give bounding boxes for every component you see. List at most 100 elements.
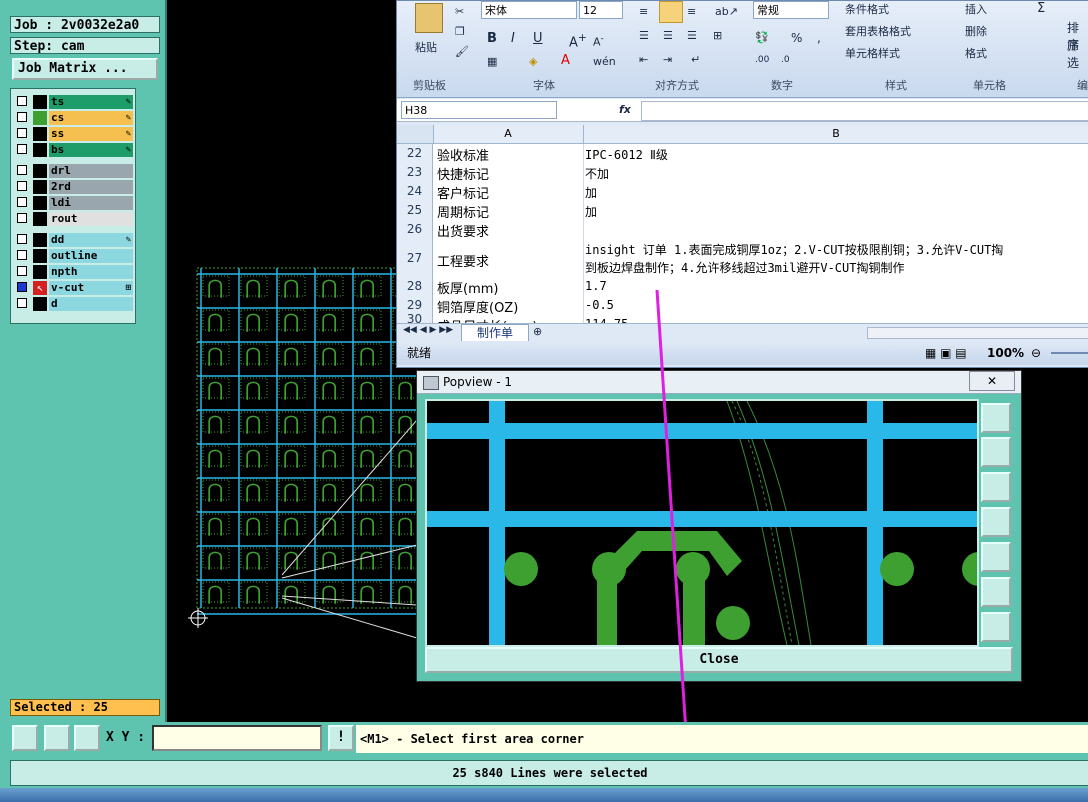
popview-close-x-button[interactable]: ✕ bbox=[969, 371, 1015, 391]
layer-row-drl[interactable]: drl bbox=[15, 164, 133, 178]
font-size-select[interactable]: 12 bbox=[579, 1, 623, 19]
orientation-icon[interactable]: ab↗ bbox=[715, 5, 738, 18]
format-painter-icon[interactable]: 🖌 bbox=[455, 45, 469, 58]
decrease-decimal-icon[interactable]: .0 bbox=[781, 55, 790, 65]
layer-checkbox[interactable] bbox=[17, 96, 27, 106]
layer-checkbox[interactable] bbox=[17, 144, 27, 154]
layer-row-cs[interactable]: cs ✎ bbox=[15, 111, 133, 125]
layer-row-outline[interactable]: outline bbox=[15, 249, 133, 263]
sheet-row[interactable]: 24 客户标记 加 bbox=[397, 182, 1088, 202]
layer-checkbox[interactable] bbox=[17, 298, 27, 308]
format-cells-button[interactable]: 格式 bbox=[965, 45, 987, 61]
paste-icon[interactable] bbox=[415, 3, 443, 33]
copy-icon[interactable]: ❐ bbox=[455, 25, 465, 38]
cut-icon[interactable]: ✂ bbox=[455, 5, 464, 18]
comma-icon[interactable]: , bbox=[817, 31, 821, 45]
phonetic-icon[interactable]: wén bbox=[593, 55, 616, 68]
cell-a[interactable]: 客户标记 bbox=[437, 183, 489, 202]
layer-checkbox[interactable] bbox=[17, 197, 27, 207]
cell-a[interactable]: 工程要求 bbox=[437, 251, 489, 270]
new-sheet-icon[interactable]: ⊕ bbox=[533, 325, 542, 338]
font-color-icon[interactable]: A bbox=[561, 53, 570, 68]
layer-name[interactable]: bs ✎ bbox=[49, 143, 133, 157]
measure-icon[interactable] bbox=[12, 725, 38, 751]
cell-b[interactable]: IPC-6012 Ⅱ级 bbox=[585, 146, 668, 163]
pan-up-icon[interactable] bbox=[981, 437, 1011, 467]
sheet-tab-active[interactable]: 制作单 bbox=[461, 324, 529, 342]
insert-cells-button[interactable]: 插入 bbox=[965, 1, 987, 17]
increase-indent-icon[interactable]: ⇥ bbox=[663, 53, 672, 66]
cell-b[interactable]: -0.5 bbox=[585, 298, 614, 312]
zoom-out-icon[interactable] bbox=[981, 612, 1011, 642]
layer-name[interactable]: v-cut ⊞ bbox=[49, 281, 133, 295]
align-left-icon[interactable]: ☰ bbox=[639, 29, 649, 42]
table-format-button[interactable]: 套用表格格式 bbox=[845, 23, 911, 39]
row-number[interactable]: 27 bbox=[397, 239, 433, 277]
align-bottom-icon[interactable]: ≡ bbox=[687, 5, 696, 18]
number-format-select[interactable]: 常规 bbox=[753, 1, 829, 19]
underline-button[interactable]: U bbox=[533, 31, 543, 46]
layer-name[interactable]: ss ✎ bbox=[49, 127, 133, 141]
layer-row-dd[interactable]: dd ✎ bbox=[15, 233, 133, 247]
horizontal-scrollbar[interactable] bbox=[867, 327, 1088, 339]
layer-name[interactable]: npth bbox=[49, 265, 133, 279]
sheet-row[interactable]: 22 验收标准 IPC-6012 Ⅱ级 bbox=[397, 144, 1088, 164]
layer-checkbox[interactable] bbox=[17, 250, 27, 260]
cell-a[interactable]: 出货要求 bbox=[437, 221, 489, 240]
delete-cells-button[interactable]: 删除 bbox=[965, 23, 987, 39]
border-icon[interactable]: ▦ bbox=[487, 55, 497, 68]
percent-icon[interactable]: % bbox=[791, 31, 802, 45]
row-number[interactable]: 30 bbox=[397, 313, 433, 325]
zoom-slider[interactable] bbox=[1051, 352, 1088, 354]
row-number[interactable]: 26 bbox=[397, 220, 433, 239]
job-matrix-button[interactable]: Job Matrix ... bbox=[12, 58, 158, 80]
layer-checkbox[interactable] bbox=[17, 181, 27, 191]
layer-name[interactable]: d bbox=[49, 297, 133, 311]
column-header-b[interactable]: B bbox=[583, 125, 1088, 143]
cell-a[interactable]: 周期标记 bbox=[437, 202, 489, 221]
layer-row-rout[interactable]: rout bbox=[15, 212, 133, 226]
sheet-row[interactable]: 27 工程要求 insight 订单 1.表面完成铜厚1oz；2.V-CUT按极限削… bbox=[397, 239, 1088, 278]
layer-checkbox[interactable] bbox=[17, 234, 27, 244]
decrease-indent-icon[interactable]: ⇤ bbox=[639, 53, 648, 66]
layer-row-2rd[interactable]: 2rd bbox=[15, 180, 133, 194]
layer-row-ss[interactable]: ss ✎ bbox=[15, 127, 133, 141]
row-number[interactable]: 25 bbox=[397, 201, 433, 220]
select-all-corner[interactable] bbox=[397, 125, 434, 143]
fx-icon[interactable]: fx bbox=[619, 103, 631, 116]
zoom-level[interactable]: 100% bbox=[987, 341, 1024, 365]
cell-a[interactable]: 验收标准 bbox=[437, 145, 489, 164]
align-top-icon[interactable]: ≡ bbox=[639, 5, 648, 18]
layer-name[interactable]: ldi bbox=[49, 196, 133, 210]
layer-checkbox[interactable] bbox=[17, 213, 27, 223]
layer-checkbox[interactable] bbox=[17, 282, 27, 292]
cell-b[interactable]: 加 bbox=[585, 203, 597, 220]
layer-name[interactable]: drl bbox=[49, 164, 133, 178]
layer-checkbox[interactable] bbox=[17, 112, 27, 122]
zoom-out-icon[interactable]: ⊖ bbox=[1031, 341, 1041, 365]
row-number[interactable]: 24 bbox=[397, 182, 433, 201]
cell-a[interactable]: 铜箔厚度(OZ) bbox=[437, 297, 518, 316]
zoom-in-icon[interactable] bbox=[981, 577, 1011, 607]
cell-a[interactable]: 板厚(mm) bbox=[437, 278, 498, 297]
sheet-row[interactable]: 29 铜箔厚度(OZ) -0.5 bbox=[397, 296, 1088, 316]
layer-row-npth[interactable]: npth bbox=[15, 265, 133, 279]
layer-name[interactable]: dd ✎ bbox=[49, 233, 133, 247]
formula-input[interactable] bbox=[641, 101, 1088, 121]
wrap-text-icon[interactable]: ↵ bbox=[691, 53, 700, 66]
alert-icon[interactable]: ! bbox=[328, 725, 354, 751]
cell-b[interactable]: insight 订单 1.表面完成铜厚1oz；2.V-CUT按极限削铜；3.允许… bbox=[585, 241, 1003, 258]
column-header-a[interactable]: A bbox=[433, 125, 584, 143]
font-name-select[interactable]: 宋体 bbox=[481, 1, 577, 19]
merge-center-icon[interactable]: ⊞ bbox=[713, 29, 722, 42]
cell-style-button[interactable]: 单元格样式 bbox=[845, 45, 900, 61]
autosum-icon[interactable]: Σ bbox=[1037, 1, 1045, 16]
sheet-nav-icon[interactable]: ◀◀ ◀ ▶ ▶▶ bbox=[403, 325, 453, 335]
name-box[interactable]: H38 bbox=[401, 101, 557, 119]
zoom-home-icon[interactable] bbox=[981, 403, 1011, 433]
increase-decimal-icon[interactable]: .00 bbox=[755, 55, 769, 65]
align-center-icon[interactable]: ☰ bbox=[663, 29, 673, 42]
cell-a[interactable]: 快捷标记 bbox=[437, 164, 489, 183]
popview-close-button[interactable]: Close bbox=[425, 647, 1013, 673]
layer-row-ldi[interactable]: ldi bbox=[15, 196, 133, 210]
